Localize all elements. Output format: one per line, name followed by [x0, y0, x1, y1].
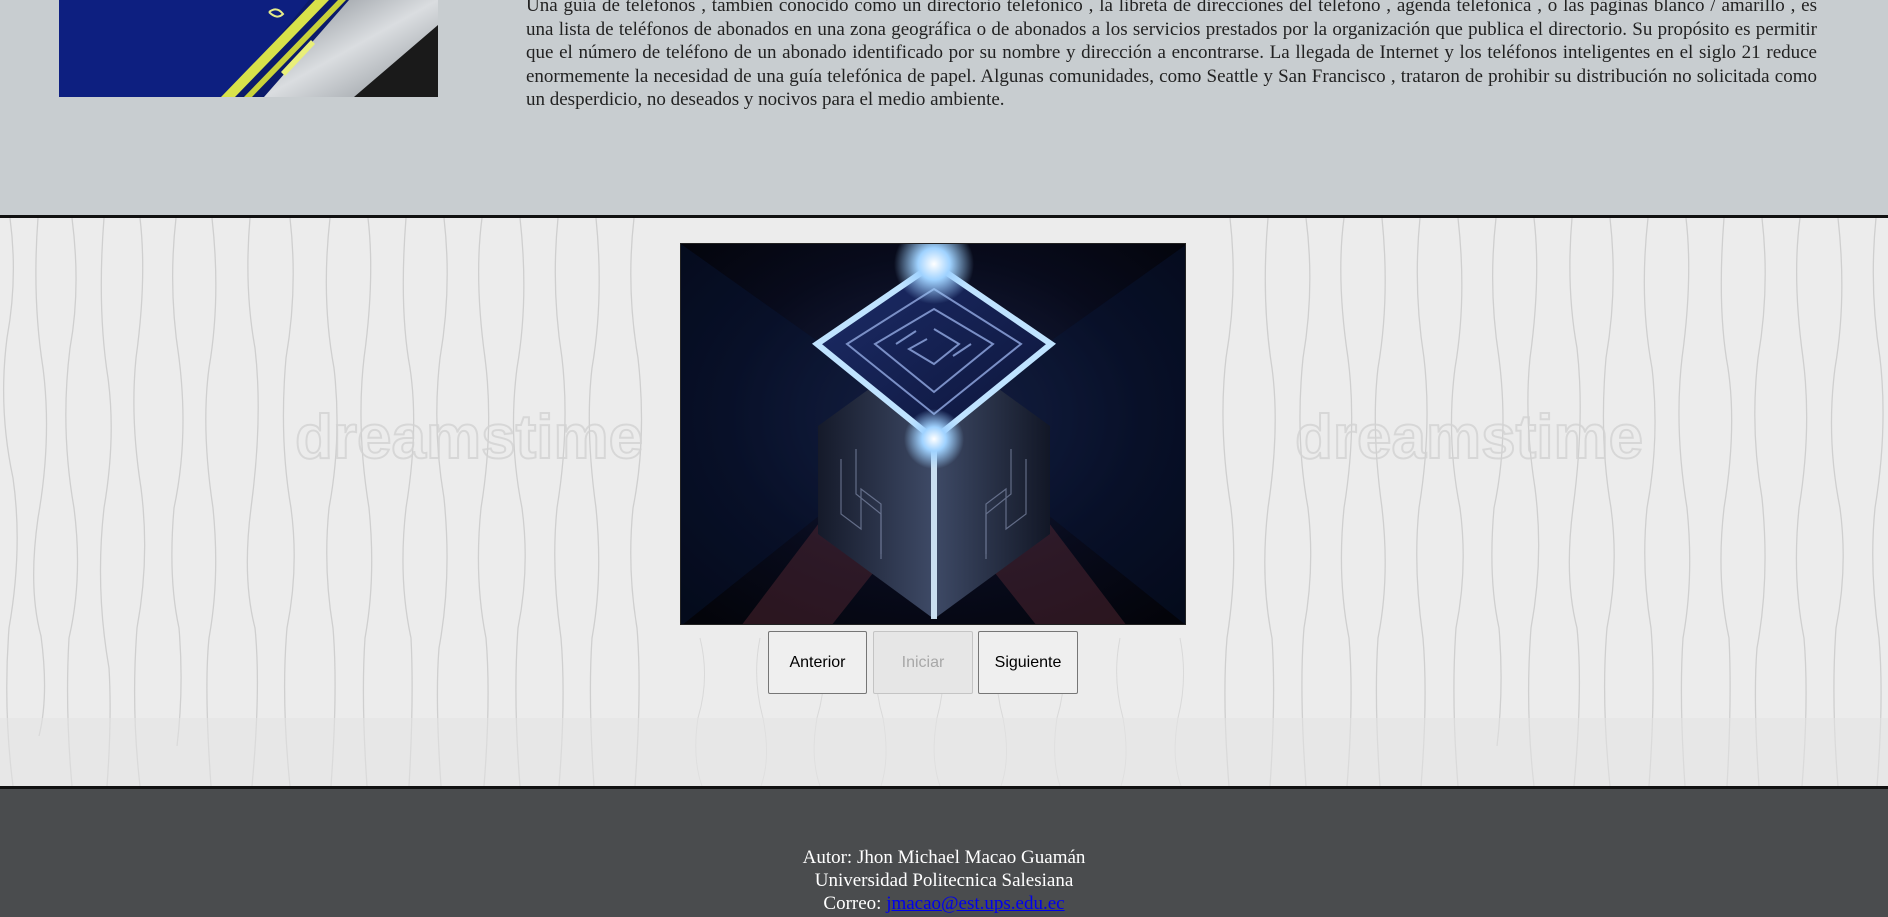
article-image: [59, 0, 438, 97]
footer-university: Universidad Politecnica Salesiana: [814, 870, 1074, 891]
article-paragraph: Una guía de teléfonos , también conocido…: [526, 0, 1817, 110]
watermark-right: dreamstime: [1295, 403, 1643, 472]
slideshow-section: dreamstime dreamstime Anterior Iniciar S…: [0, 218, 1888, 789]
glowing-cube-image: [681, 244, 1185, 624]
previous-button[interactable]: Anterior: [768, 631, 867, 694]
footer: Autor: Jhon Michael Macao Guamán Univers…: [0, 789, 1888, 917]
footer-author: Autor: Jhon Michael Macao Guamán: [802, 847, 1086, 868]
slideshow-image: [680, 243, 1186, 625]
start-button[interactable]: Iniciar: [873, 631, 973, 694]
next-button[interactable]: Siguiente: [978, 631, 1078, 694]
article-section: Una guía de teléfonos , también conocido…: [0, 0, 1888, 218]
footer-email-label: Correo:: [823, 893, 887, 914]
footer-email-link[interactable]: jmacao@est.ups.edu.ec: [886, 893, 1064, 914]
article-image-graphic: [59, 0, 438, 97]
footer-email-line: Correo: jmacao@est.ups.edu.ec: [0, 892, 1888, 915]
watermark-left: dreamstime: [295, 403, 643, 472]
